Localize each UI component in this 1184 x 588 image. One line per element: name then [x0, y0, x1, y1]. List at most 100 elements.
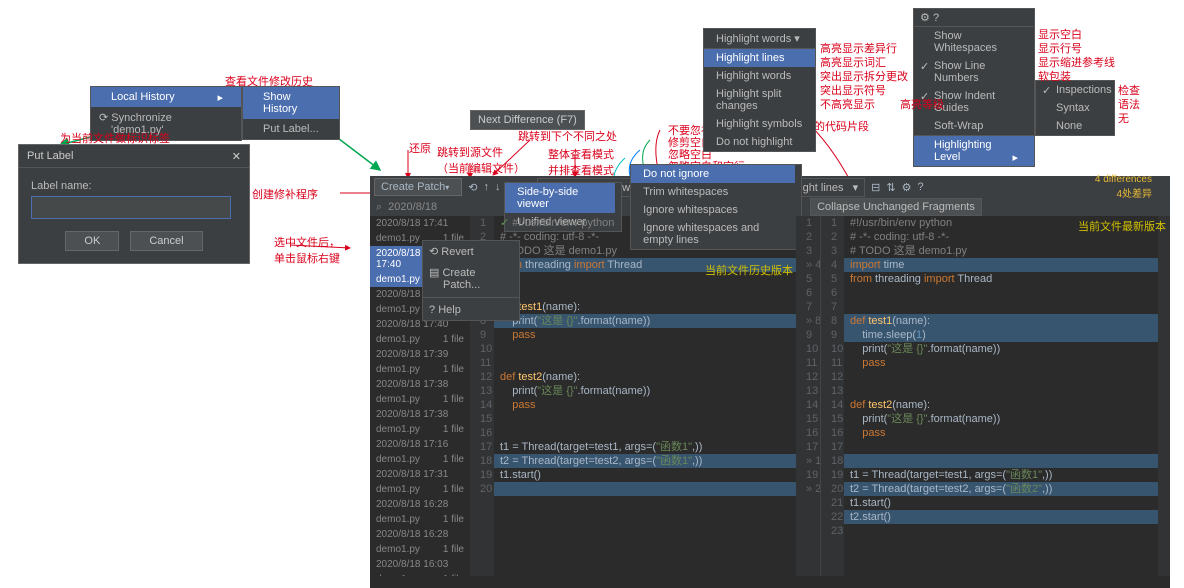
diff-panel: Create Patch▾ ⟲ ↑ ↓ ⇱ ✎ Side-by-side vie…	[370, 176, 1170, 588]
opt-hl-lines[interactable]: Highlight lines	[704, 49, 815, 67]
code-line: t1.start()	[844, 496, 1158, 510]
opt-dont-ignore[interactable]: Do not ignore	[631, 165, 795, 183]
label-name-input[interactable]	[31, 196, 231, 219]
help-icon[interactable]: ?	[917, 181, 923, 193]
gm-none[interactable]: None	[1036, 117, 1114, 135]
history-row[interactable]: 2020/8/18 16:28	[370, 497, 470, 512]
diff-toolbar-row2: ⌕ 2020/8/18 Side-by-side viewer Unified …	[370, 198, 1170, 216]
field-label: Label name:	[31, 180, 237, 192]
code-line: t2 = Thread(target=test2, args=("函数1",))	[494, 454, 796, 468]
gm-show-ln[interactable]: Show Line Numbers	[914, 57, 1034, 87]
code-line: ✓ #!/usr/bin/env python	[494, 216, 796, 230]
collapse-unchanged-button[interactable]: Collapse Unchanged Fragments	[810, 198, 982, 216]
anno-none: 无	[1118, 110, 1129, 126]
code-line: pass	[494, 328, 796, 342]
anno-cur-hist: 当前文件历史版本	[705, 262, 793, 278]
history-row[interactable]: demo1.py1 file	[370, 332, 470, 347]
anno-create-patch: 创建修补程序	[252, 186, 318, 202]
menu-item-show-history[interactable]: Show History	[243, 87, 339, 119]
code-line: from threading import Thread	[844, 272, 1158, 286]
anno-cur-latest: 当前文件最新版本	[1078, 218, 1166, 234]
code-line: t2.start()	[844, 510, 1158, 524]
code-line	[494, 286, 796, 300]
code-line: pass	[844, 356, 1158, 370]
history-row[interactable]: demo1.py1 file	[370, 542, 470, 557]
context-submenu: Show History Put Label...	[242, 86, 340, 140]
code-line: time.sleep(1)	[844, 328, 1158, 342]
cancel-button[interactable]: Cancel	[130, 231, 202, 251]
code-line	[494, 412, 796, 426]
history-row[interactable]: 2020/8/18 17:41	[370, 216, 470, 231]
tooltip-next-difference: Next Difference (F7)	[470, 110, 585, 130]
history-row[interactable]: 2020/8/18 17:38	[370, 377, 470, 392]
highlight-popup: Highlight words ▾ Highlight lines Highli…	[703, 28, 816, 152]
ok-button[interactable]: OK	[65, 231, 119, 251]
history-row[interactable]: 2020/8/18 16:28	[370, 527, 470, 542]
history-row[interactable]: 2020/8/18 16:03	[370, 557, 470, 572]
gear-icon[interactable]: ⚙	[902, 181, 912, 194]
code-line	[494, 482, 796, 496]
menu-help[interactable]: ? Help	[423, 300, 519, 320]
code-line: def test1(name):	[494, 300, 796, 314]
anno-next-diff-jump: 跳转到下个不同之处	[518, 128, 617, 144]
menu-item-put-label[interactable]: Put Label...	[243, 119, 339, 139]
anno-hl-level: 高亮等级	[900, 96, 944, 112]
history-row[interactable]: demo1.py1 file	[370, 452, 470, 467]
code-line	[844, 300, 1158, 314]
history-row[interactable]: 2020/8/18 17:39	[370, 347, 470, 362]
gear-icon-small: ⚙	[920, 12, 930, 24]
revert-icon[interactable]: ⟲	[468, 181, 477, 194]
code-line	[494, 356, 796, 370]
anno-hl-none: 不高亮显示	[820, 96, 875, 112]
collapse-icon[interactable]: ⊟	[871, 181, 880, 194]
down-arrow-icon[interactable]: ↓	[495, 181, 501, 193]
create-patch-button[interactable]: Create Patch▾	[374, 178, 462, 196]
history-row[interactable]: 2020/8/18 17:16	[370, 437, 470, 452]
gm-hl-level[interactable]: Highlighting Level▸	[914, 136, 1034, 166]
code-pane-right: #!/usr/bin/env python# -*- coding: utf-8…	[844, 216, 1170, 576]
history-row[interactable]: demo1.py1 file	[370, 362, 470, 377]
gm-syntax[interactable]: Syntax	[1036, 99, 1114, 117]
history-row[interactable]: 2020/8/18 17:38	[370, 407, 470, 422]
code-line	[844, 370, 1158, 384]
history-row[interactable]: demo1.py1 file	[370, 512, 470, 527]
opt-side-by-side[interactable]: Side-by-side viewer	[505, 183, 615, 213]
gear-menu: ⚙ ? Show Whitespaces Show Line Numbers S…	[913, 8, 1035, 167]
history-row[interactable]: demo1.py1 file	[370, 482, 470, 497]
sync-scroll-icon[interactable]: ⇅	[886, 181, 895, 194]
gear-submenu: Inspections Syntax None	[1035, 80, 1115, 136]
code-line	[494, 342, 796, 356]
anno-select-rmb: 选中文件后， 单击鼠标右键	[274, 234, 340, 266]
opt-hl-split[interactable]: Highlight split changes	[704, 85, 815, 115]
code-line: # TODO 这是 demo1.py	[494, 244, 796, 258]
revert-menu: ⟲ Revert ▤ Create Patch... ? Help	[422, 240, 520, 321]
menu-revert[interactable]: ⟲ Revert	[423, 241, 519, 262]
close-icon[interactable]: ✕	[232, 150, 241, 163]
anno-soft-wrap: 软包装	[1038, 68, 1071, 84]
opt-trim-ws[interactable]: Trim whitespaces	[631, 183, 795, 201]
menu-item-local-history[interactable]: Local History▸	[91, 87, 241, 107]
opt-hl-words[interactable]: Highlight words	[704, 67, 815, 85]
code-line	[844, 440, 1158, 454]
gm-soft-wrap[interactable]: Soft-Wrap	[914, 117, 1034, 135]
gm-show-ws[interactable]: Show Whitespaces	[914, 27, 1034, 57]
opt-hl-symbols[interactable]: Highlight symbols	[704, 115, 815, 133]
code-line: t1 = Thread(target=test1, args=("函数1",))	[494, 440, 796, 454]
code-line	[844, 384, 1158, 398]
code-line: print("这是 {}".format(name))	[844, 412, 1158, 426]
code-line: t1 = Thread(target=test1, args=("函数1",))	[844, 468, 1158, 482]
code-line: import time	[844, 258, 1158, 272]
history-row[interactable]: demo1.py1 file	[370, 392, 470, 407]
opt-hl-none[interactable]: Do not highlight	[704, 133, 815, 151]
code-line: def test2(name):	[494, 370, 796, 384]
code-line: pass	[494, 398, 796, 412]
menu-create-patch[interactable]: ▤ Create Patch...	[423, 262, 519, 295]
code-line: print("这是 {}".format(name))	[494, 314, 796, 328]
up-arrow-icon[interactable]: ↑	[483, 181, 489, 193]
history-row[interactable]: demo1.py1 file	[370, 422, 470, 437]
history-row[interactable]: 2020/8/18 17:31	[370, 467, 470, 482]
diff-count-cn: 4处差异	[1095, 185, 1152, 200]
code-line: t2 = Thread(target=test2, args=("函数2",))	[844, 482, 1158, 496]
history-row[interactable]: demo1.py1 file	[370, 572, 470, 576]
help-icon-small: ?	[933, 12, 939, 24]
